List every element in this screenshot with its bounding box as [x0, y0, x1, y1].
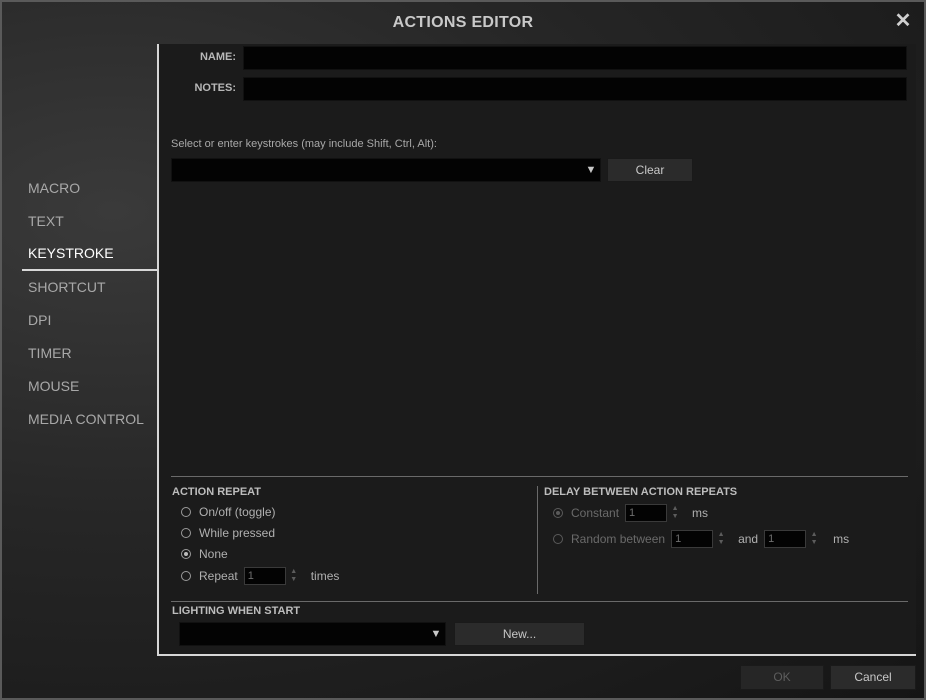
nav-item-dpi[interactable]: DPI [22, 304, 158, 337]
delay-constant-label: Constant [571, 506, 620, 520]
spinner-icon[interactable]: ▲ ▼ [716, 530, 726, 548]
spinner-icon[interactable]: ▲ ▼ [289, 567, 299, 585]
delay-option-constant[interactable]: Constant 1 ▲ ▼ ms [553, 504, 708, 522]
radio-checked-icon [553, 508, 563, 518]
delay-title: DELAY BETWEEN ACTION REPEATS [544, 486, 738, 498]
dropdown-arrow-icon: ▼ [430, 628, 442, 640]
repeat-option-repeat[interactable]: Repeat 1 ▲ ▼ times [181, 567, 339, 585]
delay-random-label: Random between [571, 532, 666, 546]
delay-random-unit: ms [833, 532, 850, 546]
nav-item-text[interactable]: TEXT [22, 205, 158, 238]
nav-item-media-control[interactable]: MEDIA CONTROL [22, 403, 158, 436]
name-label: NAME: [199, 51, 236, 63]
repeat-option-while-pressed[interactable]: While pressed [181, 524, 275, 542]
repeat-option-toggle[interactable]: On/off (toggle) [181, 503, 276, 521]
new-lighting-button[interactable]: New... [454, 622, 585, 646]
name-row: NAME: [159, 46, 916, 70]
spinner-icon[interactable]: ▲ ▼ [670, 504, 680, 522]
nav-item-timer[interactable]: TIMER [22, 337, 158, 370]
window-title: ACTIONS EDITOR [392, 14, 534, 31]
delay-random-and: and [738, 532, 759, 546]
repeat-option-label: None [199, 547, 228, 561]
action-repeat-title: ACTION REPEAT [172, 486, 262, 498]
delay-option-random[interactable]: Random between 1 ▲ ▼ and 1 ▲ ▼ ms [553, 530, 849, 548]
nav-item-macro[interactable]: MACRO [22, 172, 158, 205]
repeat-unit: times [310, 569, 340, 583]
repeat-option-label: On/off (toggle) [199, 505, 276, 519]
delay-random-min-input[interactable]: 1 [671, 530, 714, 548]
delay-constant-unit: ms [692, 506, 709, 520]
actions-editor-window: ACTIONS EDITOR ✕ MACRO TEXT KEYSTROKE SH… [0, 0, 926, 700]
ok-button[interactable]: OK [740, 665, 824, 690]
close-icon[interactable]: ✕ [894, 11, 912, 31]
nav-item-shortcut[interactable]: SHORTCUT [22, 271, 158, 304]
keystroke-prompt: Select or enter keystrokes (may include … [171, 138, 437, 150]
action-type-nav: MACRO TEXT KEYSTROKE SHORTCUT DPI TIMER … [22, 172, 158, 436]
repeat-count-input[interactable]: 1 [243, 567, 286, 585]
notes-input[interactable] [243, 77, 907, 101]
radio-icon [181, 571, 191, 581]
radio-icon [181, 528, 191, 538]
delay-random-max-input[interactable]: 1 [764, 530, 807, 548]
nav-item-mouse[interactable]: MOUSE [22, 370, 158, 403]
lighting-divider [171, 601, 908, 602]
lighting-title: LIGHTING WHEN START [172, 605, 301, 617]
keystroke-dropdown[interactable]: ▼ [171, 158, 601, 182]
repeat-option-label: Repeat [199, 569, 238, 583]
delay-constant-input[interactable]: 1 [625, 504, 668, 522]
name-input[interactable] [243, 46, 907, 70]
keystroke-panel: NAME: NOTES: Select or enter keystrokes … [157, 44, 916, 656]
lighting-dropdown[interactable]: ▼ [179, 622, 446, 646]
radio-icon [181, 507, 191, 517]
nav-item-keystroke[interactable]: KEYSTROKE [22, 238, 158, 271]
cancel-button[interactable]: Cancel [830, 665, 916, 690]
repeat-option-label: While pressed [199, 526, 276, 540]
notes-label: NOTES: [194, 82, 236, 94]
spinner-icon[interactable]: ▲ ▼ [809, 530, 819, 548]
notes-row: NOTES: [159, 77, 916, 101]
radio-checked-icon [181, 549, 191, 559]
repeat-option-none[interactable]: None [181, 545, 228, 563]
dropdown-arrow-icon: ▼ [585, 164, 597, 176]
column-divider [537, 486, 538, 594]
radio-icon [553, 534, 563, 544]
clear-button[interactable]: Clear [607, 158, 693, 182]
section-divider [171, 476, 908, 477]
